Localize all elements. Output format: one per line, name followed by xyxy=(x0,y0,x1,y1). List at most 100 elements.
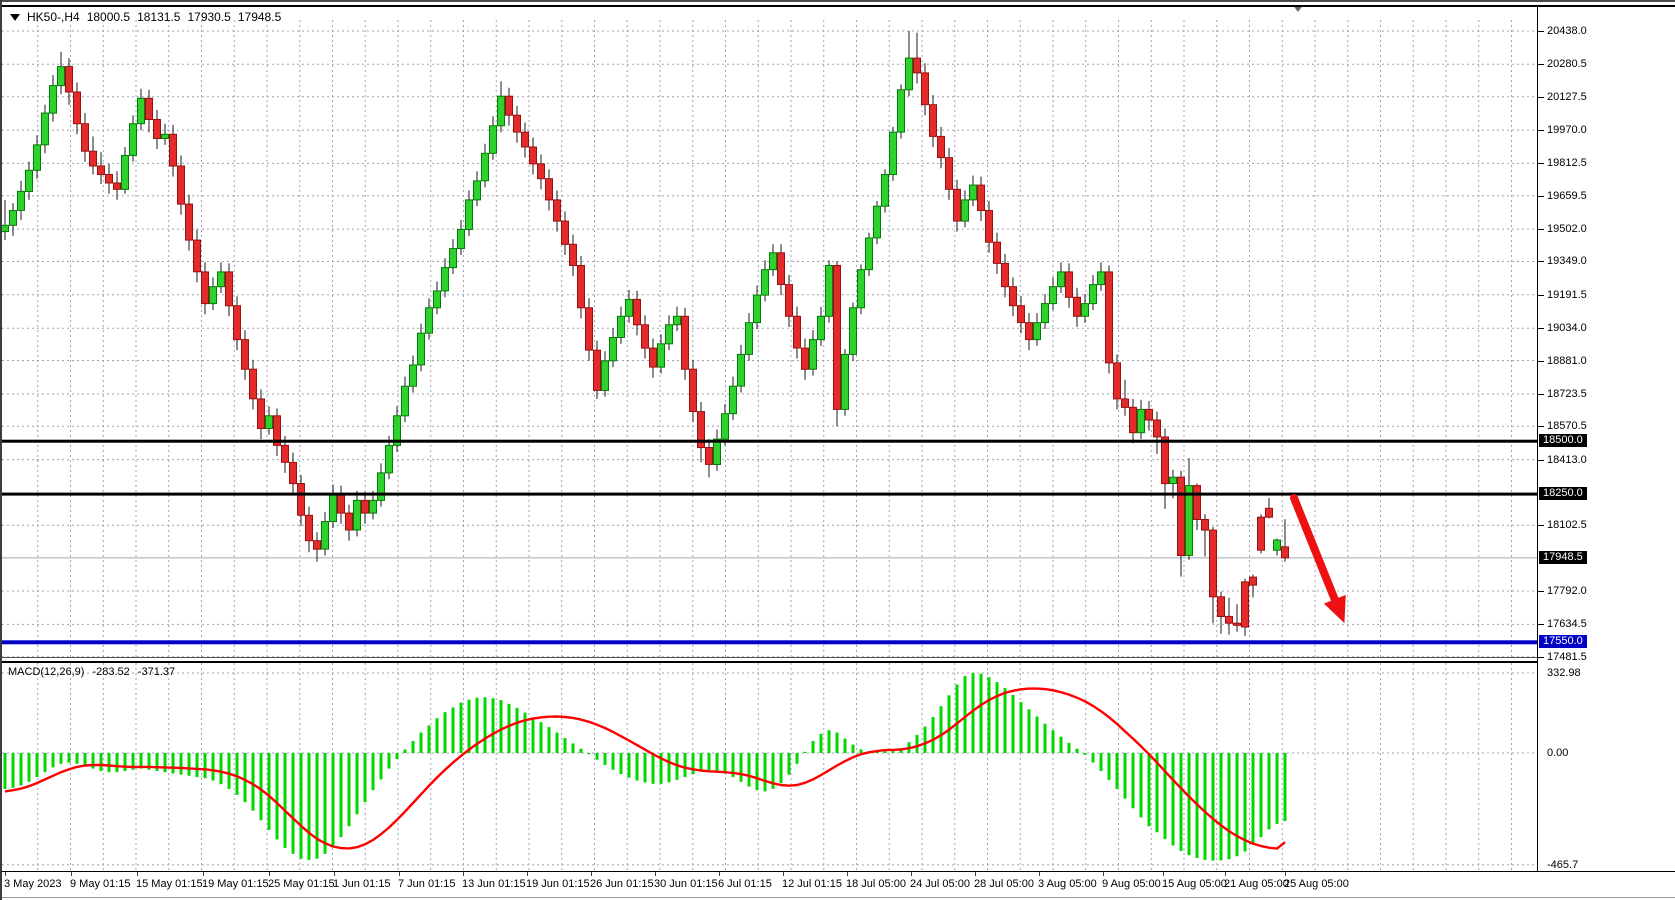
macd-axis-label: 332.98 xyxy=(1547,667,1581,679)
price-axis-label: 18570.5 xyxy=(1547,420,1587,432)
time-tick xyxy=(975,872,976,876)
macd-grid-layer xyxy=(2,663,1538,871)
price-axis-label: 18413.0 xyxy=(1547,454,1587,466)
bar-low-value: 17930.5 xyxy=(187,10,230,24)
price-axis-label: 19812.5 xyxy=(1547,157,1587,169)
time-axis-label: 19 May 01:15 xyxy=(202,878,269,890)
time-axis-label: 26 Jun 01:15 xyxy=(590,878,654,890)
time-tick xyxy=(1225,872,1226,876)
chart-title-bar: HK50-,H4 18000.5 18131.5 17930.5 17948.5 xyxy=(8,9,288,25)
price-axis-label: 20280.5 xyxy=(1547,58,1587,70)
time-axis-label: 15 Aug 05:00 xyxy=(1162,878,1227,890)
horizontal-line-18500.0[interactable] xyxy=(2,440,1538,443)
axis-tick xyxy=(1538,328,1544,329)
axis-tick xyxy=(1538,361,1544,362)
axis-tick xyxy=(1538,657,1544,658)
time-tick xyxy=(269,872,270,876)
time-axis-label: 12 Jul 01:15 xyxy=(782,878,842,890)
time-axis[interactable]: 3 May 2023 9 May 01:15 15 May 01:1519 May … xyxy=(2,871,1675,898)
price-axis-label: 17481.5 xyxy=(1547,651,1587,663)
window-top-frame xyxy=(2,0,1675,7)
price-axis-label: 18102.5 xyxy=(1547,519,1587,531)
axis-tick xyxy=(1538,261,1544,262)
time-tick xyxy=(783,872,784,876)
axis-tick xyxy=(1538,196,1544,197)
bar-high-value: 18131.5 xyxy=(137,10,180,24)
price-axis-label: 18881.0 xyxy=(1547,355,1587,367)
price-axis-label: 17634.5 xyxy=(1547,618,1587,630)
time-axis-label: 7 Jun 01:15 xyxy=(398,878,456,890)
symbol-dropdown-icon[interactable] xyxy=(10,14,20,21)
macd-chart[interactable] xyxy=(2,663,1538,871)
time-tick xyxy=(527,872,528,876)
time-tick xyxy=(203,872,204,876)
time-axis-label: 3 May 2023 xyxy=(4,878,61,890)
time-tick xyxy=(1285,872,1286,876)
price-axis-label: 19191.5 xyxy=(1547,289,1587,301)
macd-histogram xyxy=(5,673,1285,861)
axis-tick xyxy=(1538,591,1544,592)
macd-axis-label: -465.7 xyxy=(1547,859,1578,871)
price-chart[interactable] xyxy=(2,0,1538,663)
axis-tick xyxy=(1538,525,1544,526)
bar-open-value: 18000.5 xyxy=(87,10,130,24)
sell-arrow-annotation[interactable] xyxy=(1294,498,1345,622)
candles-layer xyxy=(2,31,1289,636)
axis-tick xyxy=(1538,624,1544,625)
symbol-period-label: HK50-,H4 xyxy=(27,10,80,24)
price-axis-label: 19970.0 xyxy=(1547,124,1587,136)
price-axis-label: 19034.0 xyxy=(1547,322,1587,334)
time-axis-label: 6 Jul 01:15 xyxy=(718,878,772,890)
macd-axis-label: 0.00 xyxy=(1547,747,1568,759)
time-axis-label: 25 Aug 05:00 xyxy=(1284,878,1349,890)
time-tick xyxy=(1103,872,1104,876)
price-axis[interactable]: 20438.020280.520127.519970.019812.519659… xyxy=(1537,0,1675,871)
time-tick xyxy=(399,872,400,876)
price-axis-label: 18723.5 xyxy=(1547,388,1587,400)
time-axis-label: 3 Aug 05:00 xyxy=(1038,878,1097,890)
price-axis-label: 17792.0 xyxy=(1547,585,1587,597)
price-line-label: 17948.5 xyxy=(1539,551,1587,564)
time-axis-label: 19 Jun 01:15 xyxy=(526,878,590,890)
time-tick xyxy=(847,872,848,876)
price-line-label: 17550.0 xyxy=(1539,635,1587,648)
time-tick xyxy=(334,872,335,876)
axis-tick xyxy=(1538,394,1544,395)
axis-tick xyxy=(1538,97,1544,98)
time-axis-label: 9 Aug 05:00 xyxy=(1102,878,1161,890)
axis-tick xyxy=(1538,426,1544,427)
horizontal-line-17550.0[interactable] xyxy=(2,640,1538,644)
macd-name: MACD(12,26,9) xyxy=(8,666,84,678)
time-tick xyxy=(911,872,912,876)
time-axis-label: 25 May 01:15 xyxy=(268,878,335,890)
price-line-label: 18250.0 xyxy=(1539,487,1587,500)
axis-tick xyxy=(1538,229,1544,230)
axis-tick xyxy=(1538,64,1544,65)
time-axis-label: 13 Jun 01:15 xyxy=(462,878,526,890)
axis-tick xyxy=(1538,163,1544,164)
time-axis-label: 21 Aug 05:00 xyxy=(1224,878,1289,890)
macd-indicator-label: MACD(12,26,9) -283.52 -371.37 xyxy=(8,666,180,678)
axis-tick xyxy=(1538,31,1544,32)
time-axis-label: 30 Jun 01:15 xyxy=(654,878,718,890)
time-tick xyxy=(5,872,6,876)
axis-tick xyxy=(1538,130,1544,131)
macd-signal-value: -371.37 xyxy=(138,666,175,678)
time-axis-label: 15 May 01:15 xyxy=(136,878,203,890)
panel-separator[interactable] xyxy=(2,657,1675,663)
axis-tick xyxy=(1538,460,1544,461)
time-axis-label: 28 Jul 05:00 xyxy=(974,878,1034,890)
horizontal-line-18250.0[interactable] xyxy=(2,493,1538,496)
time-tick xyxy=(1039,872,1040,876)
time-axis-label: 1 Jun 01:15 xyxy=(333,878,391,890)
time-tick xyxy=(719,872,720,876)
time-axis-label: 9 May 01:15 xyxy=(70,878,131,890)
price-axis-label: 19349.0 xyxy=(1547,255,1587,267)
time-tick xyxy=(71,872,72,876)
time-tick xyxy=(1163,872,1164,876)
time-tick xyxy=(655,872,656,876)
price-axis-label: 20438.0 xyxy=(1547,25,1587,37)
price-axis-label: 20127.5 xyxy=(1547,91,1587,103)
macd-main-value: -283.52 xyxy=(92,666,129,678)
time-tick xyxy=(463,872,464,876)
